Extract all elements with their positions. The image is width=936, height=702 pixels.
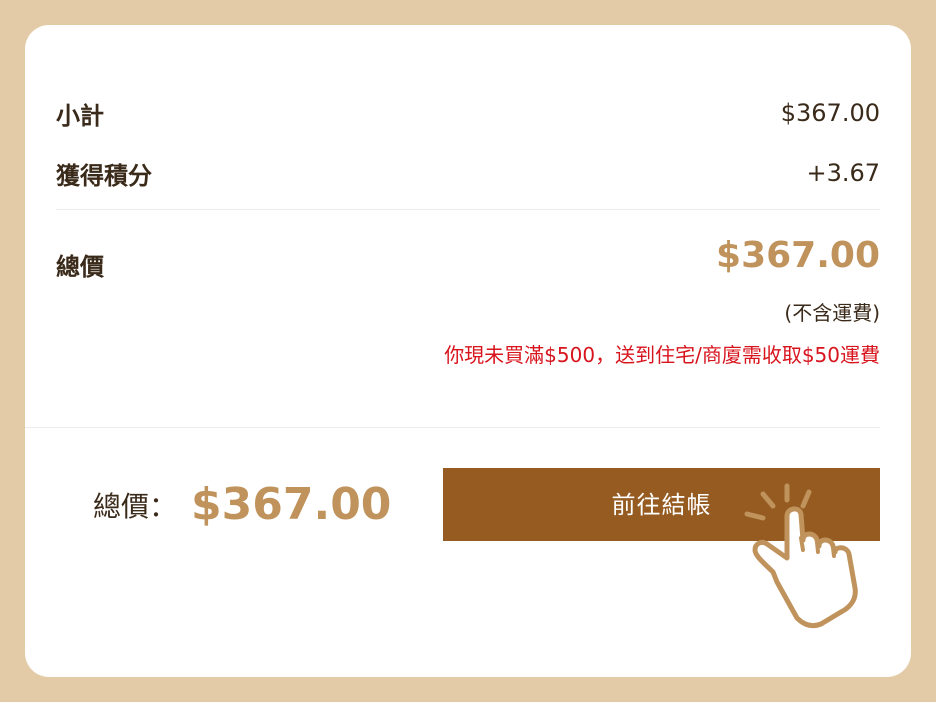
subtotal-value: $367.00 bbox=[780, 99, 880, 127]
total-label: 總價 bbox=[56, 253, 104, 281]
subtotal-row: 小計 $367.00 bbox=[56, 93, 880, 133]
footer-total-value: $367.00 bbox=[191, 479, 392, 530]
hand-pointer-icon bbox=[744, 483, 858, 629]
total-value: $367.00 bbox=[716, 235, 880, 276]
shipping-warning: 你現未買滿$500，送到住宅/商廈需收取$50運費 bbox=[444, 343, 880, 367]
points-label: 獲得積分 bbox=[56, 161, 152, 190]
total-row: 總價 $367.00 bbox=[56, 235, 880, 285]
order-summary-card: 小計 $367.00 獲得積分 +3.67 總價 $367.00 (不含運費) … bbox=[25, 25, 911, 677]
points-value: +3.67 bbox=[806, 159, 880, 187]
points-row: 獲得積分 +3.67 bbox=[56, 153, 880, 193]
divider bbox=[25, 427, 880, 428]
subtotal-label: 小計 bbox=[56, 101, 104, 130]
footer-total: 總價： $367.00 bbox=[93, 479, 391, 530]
divider bbox=[56, 209, 880, 210]
shipping-note: (不含運費) bbox=[784, 301, 880, 325]
footer-total-label: 總價： bbox=[93, 489, 178, 523]
